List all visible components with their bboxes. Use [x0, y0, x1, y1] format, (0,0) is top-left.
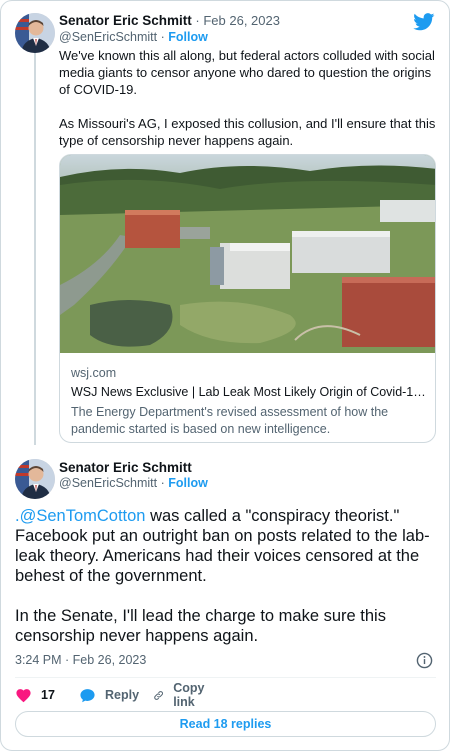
tweet2-header: Senator Eric Schmitt	[59, 460, 192, 475]
tweet1-paragraph: As Missouri's AG, I exposed this collusi…	[59, 116, 436, 148]
tweet1-header: Senator Eric Schmitt · Feb 26, 2023	[59, 13, 280, 28]
link-preview-card[interactable]: wsj.com WSJ News Exclusive | Lab Leak Mo…	[59, 154, 436, 443]
author-handle[interactable]: @SenEricSchmitt	[59, 476, 157, 490]
twitter-bird-icon[interactable]	[413, 13, 435, 31]
author-avatar[interactable]	[15, 459, 55, 499]
link-domain: wsj.com	[71, 366, 117, 380]
like-count: 17	[41, 688, 55, 702]
reply-bubble-icon	[80, 688, 95, 702]
tweet-timestamp[interactable]: 3:24 PM · Feb 26, 2023	[15, 653, 146, 667]
link-title: WSJ News Exclusive | Lab Leak Most Likel…	[71, 385, 427, 399]
tweet2-body: .@SenTomCotton was called a "conspiracy …	[15, 506, 440, 646]
mention-link[interactable]: .@SenTomCotton	[15, 507, 145, 525]
thread-connector-line	[34, 53, 36, 445]
read-replies-button[interactable]: Read 18 replies	[15, 711, 436, 737]
follow-button[interactable]: Follow	[168, 30, 208, 44]
tweet-embed-card: Senator Eric Schmitt · Feb 26, 2023 @Sen…	[0, 0, 450, 751]
handle-separator: ·	[157, 476, 169, 490]
reply-button[interactable]: Reply	[79, 685, 139, 705]
handle-separator: ·	[157, 30, 169, 44]
author-name[interactable]: Senator Eric Schmitt	[59, 460, 192, 475]
reply-label: Reply	[105, 688, 140, 702]
info-icon[interactable]	[416, 652, 433, 669]
copy-link-button[interactable]: Copy link	[153, 681, 210, 709]
author-name[interactable]: Senator Eric Schmitt	[59, 13, 192, 28]
tweet1-handle-row: @SenEricSchmitt · Follow	[59, 30, 208, 44]
tweet2-paragraph: .@SenTomCotton was called a "conspiracy …	[15, 506, 440, 586]
separator: ·	[191, 13, 204, 28]
link-description: The Energy Department's revised assessme…	[71, 405, 389, 436]
like-button[interactable]: 17	[15, 685, 55, 705]
author-handle[interactable]: @SenEricSchmitt	[59, 30, 157, 44]
tweet1-body: We've known this all along, but federal …	[59, 47, 439, 149]
link-icon	[154, 690, 163, 700]
divider	[15, 677, 436, 678]
tweet1-paragraph: We've known this all along, but federal …	[59, 48, 435, 97]
tweet2-handle-row: @SenEricSchmitt · Follow	[59, 476, 208, 490]
tweet-date[interactable]: Feb 26, 2023	[203, 13, 280, 28]
copy-link-label: Copy link	[173, 681, 205, 709]
heart-icon	[16, 688, 31, 702]
follow-button[interactable]: Follow	[168, 476, 208, 490]
author-avatar[interactable]	[15, 13, 55, 53]
article-preview-image	[60, 155, 435, 353]
tweet2-paragraph: In the Senate, I'll lead the charge to m…	[15, 607, 386, 645]
